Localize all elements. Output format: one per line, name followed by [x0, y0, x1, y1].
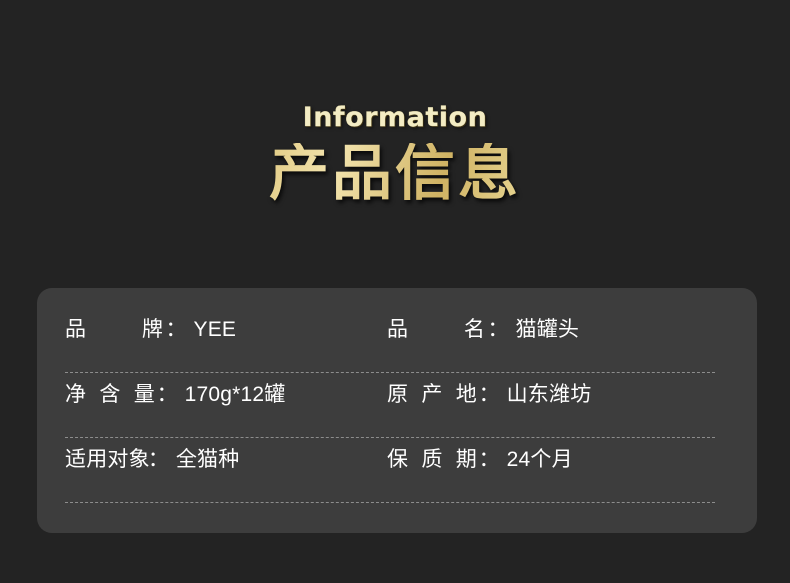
info-cell-net-weight: 净 含 量 ： 170g*12罐: [65, 373, 387, 417]
info-label: 适用对象: [65, 448, 150, 471]
info-cell-target-audience: 适用对象 ： 全猫种: [65, 438, 387, 482]
page-title: 产品信息: [0, 143, 790, 207]
product-info-page: Information 产品信息 品 牌 ： YEE 品 名 ： 猫罐头 净 含…: [0, 0, 790, 583]
table-row: 适用对象 ： 全猫种 保 质 期 ： 24个月: [65, 438, 729, 503]
table-row: 净 含 量 ： 170g*12罐 原 产 地 ： 山东潍坊: [65, 373, 729, 438]
info-value: 24个月: [506, 448, 573, 471]
info-cell-brand: 品 牌 ： YEE: [65, 308, 387, 352]
info-label: 净 含 量: [65, 383, 159, 406]
heading-eyebrow: Information: [302, 102, 488, 133]
info-value: 170g*12罐: [184, 383, 286, 406]
info-label: 品 名: [387, 318, 490, 341]
product-info-table: 品 牌 ： YEE 品 名 ： 猫罐头 净 含 量 ： 170g*12罐 原 产…: [65, 288, 729, 533]
info-cell-product-name: 品 名 ： 猫罐头: [387, 308, 729, 352]
info-colon: ：: [478, 383, 500, 406]
info-colon: ：: [487, 318, 509, 341]
table-row: 品 牌 ： YEE 品 名 ： 猫罐头: [65, 308, 729, 373]
info-label: 原 产 地: [387, 383, 481, 406]
info-value: 猫罐头: [515, 318, 580, 341]
info-value: 全猫种: [175, 448, 240, 471]
info-value: 山东潍坊: [506, 383, 592, 406]
heading-block: Information 产品信息: [0, 102, 790, 207]
info-colon: ：: [478, 448, 500, 471]
info-cell-shelf-life: 保 质 期 ： 24个月: [387, 438, 729, 482]
info-colon: ：: [165, 318, 187, 341]
info-cell-origin: 原 产 地 ： 山东潍坊: [387, 373, 729, 417]
info-colon: ：: [156, 383, 178, 406]
product-info-card: 品 牌 ： YEE 品 名 ： 猫罐头 净 含 量 ： 170g*12罐 原 产…: [37, 288, 757, 533]
info-colon: ：: [147, 448, 169, 471]
info-label: 品 牌: [65, 318, 168, 341]
info-label: 保 质 期: [387, 448, 481, 471]
info-value: YEE: [193, 318, 237, 341]
